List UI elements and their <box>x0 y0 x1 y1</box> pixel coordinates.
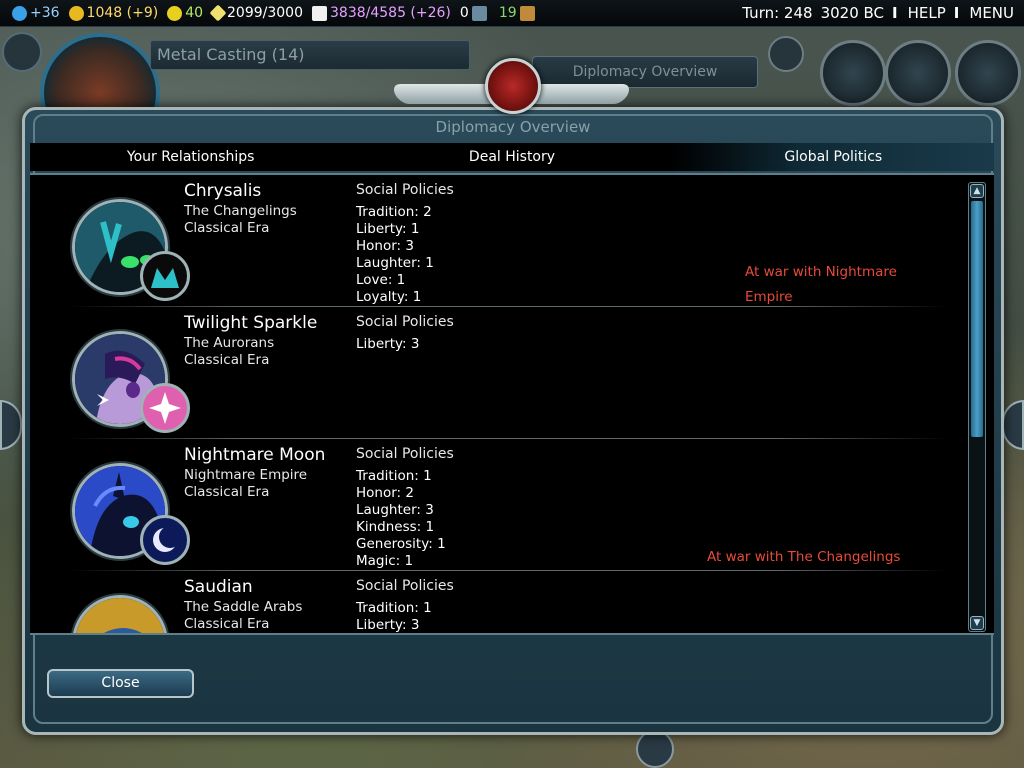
world-congress-icon[interactable] <box>955 40 1021 106</box>
policy-item: Loyalty: 1 <box>356 289 422 305</box>
leader-name: Twilight Sparkle <box>184 313 318 333</box>
war-status-line: At war with Nightmare <box>745 264 897 280</box>
policy-item: Honor: 3 <box>356 238 414 254</box>
policies-header: Social Policies <box>356 182 454 198</box>
war-status: At war with The Changelings <box>707 545 900 570</box>
tab-global-politics[interactable]: Global Politics <box>672 143 994 171</box>
culture-icon <box>209 4 227 22</box>
civ-name: The Aurorans <box>184 335 275 351</box>
policy-item: Kindness: 1 <box>356 519 435 535</box>
cutie-mark-icon <box>149 392 181 424</box>
policy-item: Tradition: 2 <box>356 204 432 220</box>
dialog-tabs: Your Relationships Deal History Global P… <box>30 143 994 171</box>
policy-item: Laughter: 3 <box>356 502 434 518</box>
civ-row-saudian: Saudian The Saddle Arabs Classical Era S… <box>30 571 966 633</box>
current-research[interactable]: Metal Casting (14) <box>150 40 470 70</box>
scrollbar-thumb[interactable] <box>971 201 983 437</box>
separator: I <box>953 4 960 22</box>
civ-name: The Changelings <box>184 203 297 219</box>
tourism-icon <box>471 5 487 21</box>
policies-header: Social Policies <box>356 314 454 330</box>
leader-name: Nightmare Moon <box>184 445 326 465</box>
separator: I <box>892 4 898 22</box>
crescent-moon-icon <box>153 526 181 552</box>
spies-value: 19 <box>498 5 517 21</box>
war-status: At war with Nightmare Empire <box>745 260 897 310</box>
policies-header: Social Policies <box>356 578 454 594</box>
policy-item: Liberty: 3 <box>356 617 420 633</box>
social-policy-icon[interactable] <box>820 40 886 106</box>
science-value: +36 <box>30 5 60 21</box>
civ-emblem <box>140 383 190 433</box>
faith-value: 3838/4585 (+26) <box>330 5 451 21</box>
policy-item: Magic: 1 <box>356 553 414 569</box>
unit-orb[interactable] <box>2 32 42 72</box>
leader-portrait[interactable] <box>72 595 168 633</box>
happiness-stat[interactable]: 40 <box>167 5 203 21</box>
leader-name: Saudian <box>184 577 253 597</box>
civ-emblem <box>140 515 190 565</box>
science-icon <box>12 5 27 21</box>
civ-era: Classical Era <box>184 616 270 632</box>
help-button[interactable]: HELP <box>908 4 946 22</box>
policy-list: Tradition: 2 Liberty: 1 Honor: 3 Laughte… <box>356 204 434 306</box>
tab-your-relationships[interactable]: Your Relationships <box>30 143 351 171</box>
gold-value: 1048 (+9) <box>86 5 159 21</box>
diplomacy-crest-icon <box>485 58 541 114</box>
civ-era: Classical Era <box>184 220 270 236</box>
list-scrollbar[interactable]: ▲ ▼ <box>968 182 986 632</box>
war-status-line: At war with The Changelings <box>707 549 901 565</box>
spies-stat[interactable]: 19 <box>499 5 538 21</box>
policy-item: Liberty: 3 <box>356 336 420 352</box>
menu-button[interactable]: MENU <box>969 4 1014 22</box>
policy-item: Liberty: 1 <box>356 221 420 237</box>
policy-item: Generosity: 1 <box>356 536 446 552</box>
civ-emblem <box>140 251 190 301</box>
policy-item: Tradition: 1 <box>356 600 432 616</box>
smiley-icon <box>167 5 183 21</box>
culture-value: 2099/3000 <box>227 5 303 21</box>
close-button[interactable]: Close <box>47 669 194 698</box>
civ-row-chrysalis: Chrysalis The Changelings Classical Era … <box>30 175 966 307</box>
leader-name: Chrysalis <box>184 181 262 201</box>
turn-label: Turn: 248 <box>742 4 813 22</box>
policy-list: Liberty: 3 <box>356 336 419 353</box>
science-stat[interactable]: +36 <box>12 5 60 21</box>
policy-item: Love: 1 <box>356 272 406 288</box>
top-status-bar: +36 1048 (+9) 40 2099/3000 3838/4585 (+2… <box>0 0 1024 27</box>
faith-stat[interactable]: 3838/4585 (+26) <box>312 5 451 21</box>
gold-stat[interactable]: 1048 (+9) <box>68 5 159 21</box>
changeling-emblem-icon <box>151 268 179 288</box>
tourism-stat[interactable]: 0 <box>460 5 490 21</box>
gold-icon <box>68 5 84 21</box>
civ-era: Classical Era <box>184 352 270 368</box>
policy-list: Tradition: 1 Honor: 2 Laughter: 3 Kindne… <box>356 468 446 570</box>
scroll-down-icon[interactable]: ▼ <box>970 616 984 630</box>
civ-name: Nightmare Empire <box>184 467 308 483</box>
scroll-icon[interactable] <box>768 36 804 72</box>
civ-era: Classical Era <box>184 484 270 500</box>
advisor-icon[interactable] <box>885 40 951 106</box>
civ-name: The Saddle Arabs <box>184 599 303 615</box>
policy-item: Laughter: 1 <box>356 255 434 271</box>
top-right-info: Turn: 248 3020 BC I HELP I MENU <box>734 4 1024 22</box>
spy-icon <box>519 5 535 21</box>
bottom-orb-icon[interactable] <box>636 730 674 768</box>
global-politics-list[interactable]: Chrysalis The Changelings Classical Era … <box>30 173 994 635</box>
saudian-portrait-icon <box>75 598 165 633</box>
happiness-value: 40 <box>185 5 204 21</box>
scroll-up-icon[interactable]: ▲ <box>970 184 984 198</box>
tab-deal-history[interactable]: Deal History <box>351 143 672 171</box>
policy-list: Tradition: 1 Liberty: 3 <box>356 600 432 633</box>
dialog-title: Diplomacy Overview <box>435 118 591 136</box>
policy-item: Honor: 2 <box>356 485 414 501</box>
faith-icon <box>312 5 327 21</box>
policies-header: Social Policies <box>356 446 454 462</box>
civ-row-twilight-sparkle: Twilight Sparkle The Aurorans Classical … <box>30 307 966 439</box>
civ-row-nightmare-moon: Nightmare Moon Nightmare Empire Classica… <box>30 439 966 571</box>
culture-stat[interactable]: 2099/3000 <box>209 4 303 22</box>
policy-item: Tradition: 1 <box>356 468 432 484</box>
year-label: 3020 BC <box>820 4 885 22</box>
tourism-value: 0 <box>459 5 469 21</box>
